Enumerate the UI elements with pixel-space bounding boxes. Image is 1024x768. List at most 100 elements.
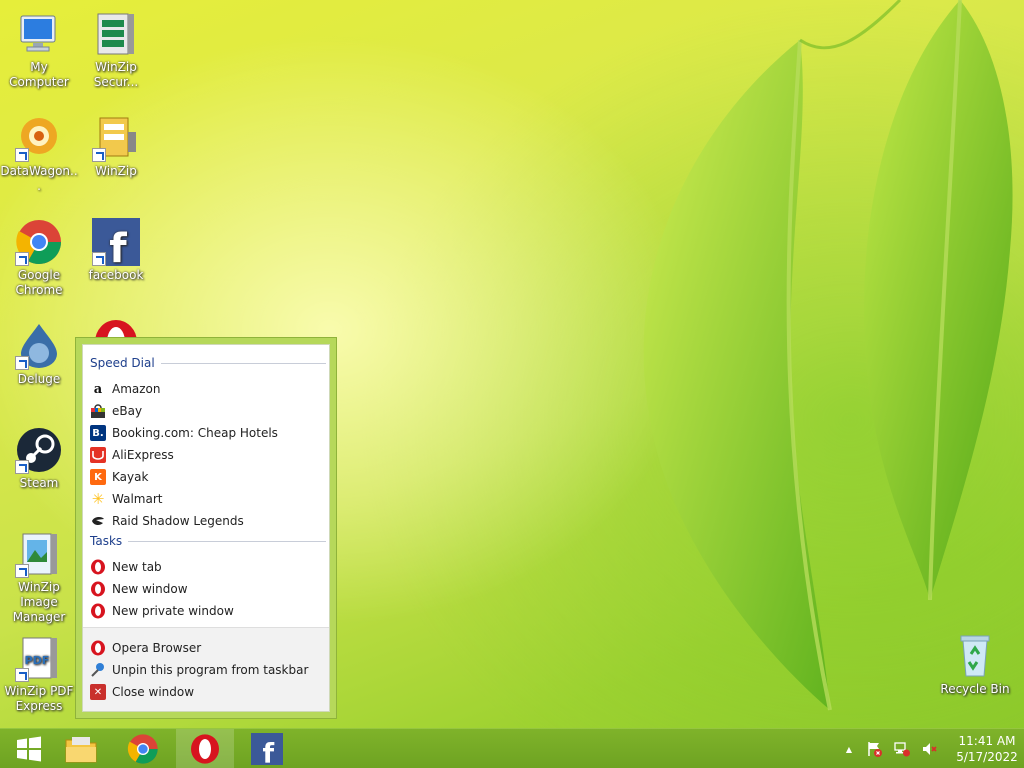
winzip-pdf-icon: PDF [15, 634, 63, 682]
jump-item-label: New window [112, 582, 188, 596]
desktop-icon-winzip[interactable]: WinZip [76, 114, 156, 179]
datawagon-icon [15, 114, 63, 162]
booking-icon: B. [90, 425, 106, 441]
jump-item-close-window[interactable]: ✕ Close window [90, 681, 326, 703]
taskbar-opera[interactable] [176, 729, 234, 768]
winzip-icon [92, 114, 140, 162]
show-hidden-icons-button[interactable]: ▲ [846, 745, 852, 754]
windows-logo-icon [17, 736, 41, 762]
taskbar-clock[interactable]: 11:41 AM 5/17/2022 [950, 733, 1024, 765]
opera-icon [90, 581, 106, 597]
raid-icon [90, 513, 106, 529]
start-button[interactable] [0, 729, 58, 768]
desktop-icon-label: WinZip [95, 164, 137, 178]
facebook-icon: f [92, 218, 140, 272]
walmart-icon: ✳ [91, 490, 105, 508]
shortcut-arrow-icon [15, 668, 29, 682]
tasks-header: Tasks [90, 534, 326, 548]
volume-muted-icon[interactable] [922, 741, 938, 757]
shortcut-arrow-icon [15, 252, 29, 266]
desktop-icon-label: Steam [19, 476, 59, 490]
desktop-icon-datawagon[interactable]: DataWagon... [0, 114, 79, 194]
kayak-icon: K [90, 469, 106, 485]
svg-text:PDF: PDF [25, 654, 50, 667]
desktop-icon-winzip-image-manager[interactable]: WinZip Image Manager [0, 530, 79, 625]
desktop-icon-label: Deluge [17, 372, 61, 386]
jump-item-label: Kayak [112, 470, 149, 484]
shortcut-arrow-icon [92, 148, 106, 162]
action-center-flag-icon[interactable] [866, 741, 882, 757]
taskbar-file-explorer[interactable] [52, 729, 110, 768]
jump-item-label: Close window [112, 685, 195, 699]
desktop-icon-my-computer[interactable]: My Computer [0, 10, 79, 90]
close-icon: ✕ [90, 684, 106, 700]
network-icon[interactable] [894, 741, 910, 757]
opera-icon [90, 603, 106, 619]
desktop-icon-label: Google Chrome [15, 268, 63, 297]
opera-jump-list: Speed Dial a Amazon eBay B. Booking.com:… [75, 337, 337, 719]
jump-item-raid[interactable]: Raid Shadow Legends [90, 510, 326, 532]
tasks-title: Tasks [90, 534, 123, 548]
facebook-icon: f [251, 733, 283, 765]
jump-item-label: eBay [112, 404, 143, 418]
desktop-icon-label: WinZip PDF Express [4, 684, 74, 713]
jump-list-panel: Speed Dial a Amazon eBay B. Booking.com:… [82, 344, 330, 712]
jump-item-label: Opera Browser [112, 641, 202, 655]
jump-item-new-tab[interactable]: New tab [90, 556, 326, 578]
pin-icon [90, 662, 106, 678]
system-tray: ▲ 11:41 AM 5/17/2022 [846, 729, 1024, 768]
jump-item-label: Amazon [112, 382, 161, 396]
folder-icon [65, 737, 97, 763]
jump-list-footer: Opera Browser Unpin this program from ta… [83, 627, 329, 711]
jump-item-unpin[interactable]: Unpin this program from taskbar [90, 659, 326, 681]
desktop-icon-google-chrome[interactable]: Google Chrome [0, 218, 79, 298]
jump-item-label: Raid Shadow Legends [112, 514, 244, 528]
desktop-icon-winzip-secure[interactable]: WinZip Secur... [76, 10, 156, 90]
shortcut-arrow-icon [92, 252, 106, 266]
jump-item-label: Unpin this program from taskbar [112, 663, 309, 677]
jump-item-new-private-window[interactable]: New private window [90, 600, 326, 622]
taskbar-facebook[interactable]: f [238, 729, 296, 768]
jump-item-label: Walmart [112, 492, 163, 506]
deluge-icon [15, 322, 63, 370]
opera-icon [90, 559, 106, 575]
chrome-icon [127, 734, 158, 764]
jump-item-ebay[interactable]: eBay [90, 400, 326, 422]
chrome-icon [15, 218, 63, 266]
desktop-icon-steam[interactable]: Steam [0, 426, 79, 491]
shortcut-arrow-icon [15, 460, 29, 474]
desktop-icon-label: WinZip Image Manager [12, 580, 66, 624]
jump-item-amazon[interactable]: a Amazon [90, 378, 326, 400]
desktop-icon-winzip-pdf-express[interactable]: PDF WinZip PDF Express [0, 634, 79, 714]
shortcut-arrow-icon [15, 356, 29, 370]
jump-item-label: New private window [112, 604, 234, 618]
ebay-icon [90, 403, 106, 419]
recycle-bin-icon [951, 632, 999, 680]
jump-item-label: New tab [112, 560, 162, 574]
amazon-icon: a [93, 381, 103, 397]
opera-icon [191, 734, 219, 764]
jump-item-new-window[interactable]: New window [90, 578, 326, 600]
jump-item-walmart[interactable]: ✳ Walmart [90, 488, 326, 510]
steam-icon [15, 426, 63, 474]
computer-icon [15, 10, 63, 58]
taskbar: f ▲ 11:41 AM 5/17/2022 [0, 728, 1024, 768]
winzip-image-manager-icon [15, 530, 63, 578]
desktop-icon-label: facebook [88, 268, 144, 282]
taskbar-chrome[interactable] [114, 729, 172, 768]
jump-item-label: AliExpress [112, 448, 174, 462]
desktop-icon-recycle-bin[interactable]: Recycle Bin [935, 632, 1015, 697]
speed-dial-title: Speed Dial [90, 356, 155, 370]
desktop-icon-label: My Computer [9, 60, 69, 89]
jump-item-opera-browser[interactable]: Opera Browser [90, 637, 326, 659]
svg-text:f: f [263, 738, 275, 765]
speed-dial-header: Speed Dial [90, 356, 326, 370]
jump-item-aliexpress[interactable]: AliExpress [90, 444, 326, 466]
desktop-icon-facebook[interactable]: f facebook [76, 218, 156, 283]
jump-item-booking[interactable]: B. Booking.com: Cheap Hotels [90, 422, 326, 444]
opera-icon [90, 640, 106, 656]
aliexpress-icon [90, 447, 106, 463]
jump-item-kayak[interactable]: K Kayak [90, 466, 326, 488]
desktop-icon-deluge[interactable]: Deluge [0, 322, 79, 387]
jump-item-label: Booking.com: Cheap Hotels [112, 426, 278, 440]
